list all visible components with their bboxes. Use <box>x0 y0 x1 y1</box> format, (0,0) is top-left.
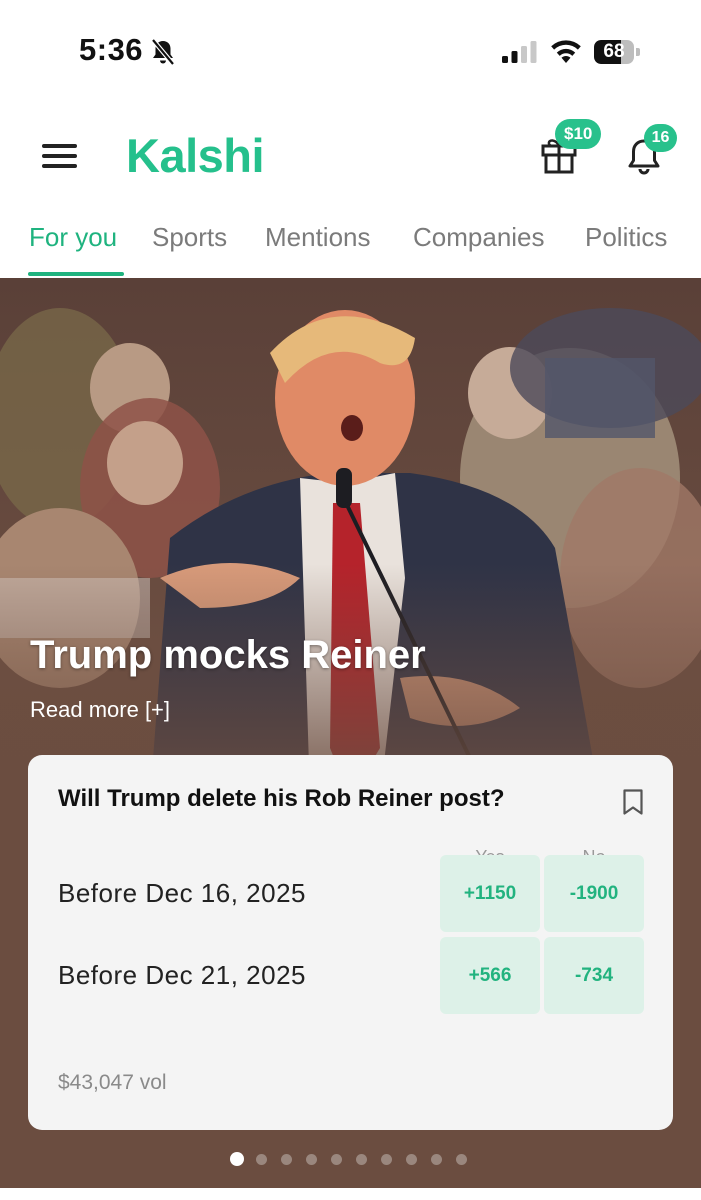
category-tabs: For you Sports Mentions Companies Politi… <box>0 218 701 278</box>
cellular-signal-icon <box>502 41 537 63</box>
carousel-dot[interactable] <box>331 1154 342 1165</box>
carousel-dot[interactable] <box>256 1154 267 1165</box>
carousel-dot[interactable] <box>431 1154 442 1165</box>
rewards-badge[interactable]: $10 <box>555 119 602 149</box>
notification-count-badge[interactable]: 16 <box>644 124 677 152</box>
carousel-dot[interactable] <box>356 1154 367 1165</box>
yes-price-button[interactable]: +566 <box>440 937 540 1014</box>
tab-companies[interactable]: Companies <box>413 222 545 253</box>
carousel-dot[interactable] <box>281 1154 292 1165</box>
carousel-dot[interactable] <box>381 1154 392 1165</box>
wifi-icon <box>551 40 581 63</box>
tab-mentions[interactable]: Mentions <box>265 222 371 253</box>
carousel-dot[interactable] <box>456 1154 467 1165</box>
read-more-link[interactable]: Read more [+] <box>30 697 170 723</box>
tab-for-you[interactable]: For you <box>29 222 117 253</box>
market-row-label: Before Dec 21, 2025 <box>58 960 306 990</box>
battery-level: 68 <box>603 41 625 62</box>
app-logo: Kalshi <box>126 129 265 182</box>
carousel-dot[interactable] <box>406 1154 417 1165</box>
no-price-button[interactable]: -1900 <box>544 855 644 932</box>
market-card[interactable]: Will Trump delete his Rob Reiner post? Y… <box>28 755 673 1130</box>
menu-button[interactable] <box>42 142 78 170</box>
market-question: Will Trump delete his Rob Reiner post? <box>58 785 505 812</box>
status-time: 5:36 <box>79 32 144 67</box>
market-volume: $43,047 vol <box>58 1071 167 1094</box>
no-price-button[interactable]: -734 <box>544 937 644 1014</box>
active-tab-indicator <box>28 272 124 276</box>
story-headline: Trump mocks Reiner <box>30 633 426 677</box>
bookmark-icon[interactable] <box>622 788 644 816</box>
market-row-label: Before Dec 16, 2025 <box>58 878 306 908</box>
tab-sports[interactable]: Sports <box>152 222 227 253</box>
carousel-dot[interactable] <box>306 1154 317 1165</box>
featured-story[interactable]: Trump mocks Reiner Read more [+] Will Tr… <box>0 278 701 1188</box>
bell-slash-icon <box>151 38 175 66</box>
tab-politics[interactable]: Politics <box>585 222 667 253</box>
carousel-dot[interactable] <box>230 1152 244 1166</box>
status-bar: 5:36 68 <box>0 0 701 100</box>
battery-indicator: 68 <box>594 40 642 64</box>
yes-price-button[interactable]: +1150 <box>440 855 540 932</box>
